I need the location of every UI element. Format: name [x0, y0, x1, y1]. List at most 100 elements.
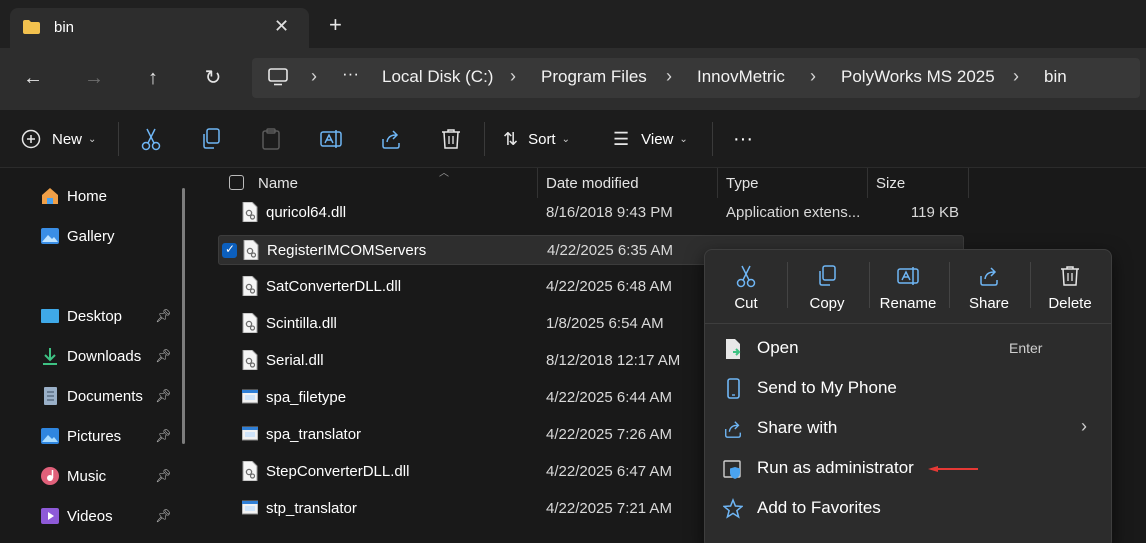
application-icon — [242, 500, 258, 515]
batch-file-icon — [243, 240, 259, 260]
column-header-date[interactable]: Date modified — [538, 168, 718, 198]
sidebar-item-desktop[interactable]: Desktop — [40, 304, 122, 328]
view-button[interactable]: ☰ View ⌄ — [613, 127, 688, 151]
file-name: quricol64.dll — [266, 204, 347, 221]
navigation-bar: ← → ↑ ↻ › ··· Local Disk (C:) › Program … — [0, 48, 1146, 110]
tab-title: bin — [54, 19, 75, 36]
sidebar-item-music[interactable]: Music — [40, 464, 106, 488]
context-rename-button[interactable]: Rename — [868, 260, 948, 318]
sort-icon: ⇅ — [503, 128, 519, 149]
file-name: spa_translator — [266, 426, 362, 443]
sidebar-item-home[interactable]: Home — [40, 184, 107, 208]
file-name: StepConverterDLL.dll — [266, 463, 410, 480]
context-delete-button[interactable]: Delete — [1030, 260, 1110, 318]
menu-item-add-to-favorites[interactable]: Add to Favorites — [721, 492, 1101, 526]
tab-bin[interactable]: bin ✕ — [10, 8, 309, 48]
file-name: stp_translator — [266, 500, 357, 517]
folder-icon — [23, 20, 40, 34]
annotation-arrow — [928, 466, 978, 472]
close-tab-icon[interactable]: ✕ — [274, 16, 289, 37]
cut-icon — [736, 265, 756, 288]
copy-icon[interactable] — [200, 127, 222, 151]
new-tab-button[interactable]: + — [329, 14, 342, 36]
select-all-checkbox[interactable] — [229, 175, 244, 190]
menu-item-run-as-administrator[interactable]: Run as administrator — [721, 452, 1101, 486]
file-date: 4/22/2025 6:48 AM — [546, 278, 672, 295]
pin-icon[interactable]: 📌︎ — [155, 428, 172, 444]
music-icon — [41, 467, 59, 485]
gallery-icon — [41, 228, 59, 244]
new-button[interactable]: New ⌄ — [21, 127, 96, 151]
cut-icon[interactable] — [140, 127, 162, 151]
back-arrow-icon[interactable]: ← — [21, 66, 45, 90]
context-copy-button[interactable]: Copy — [787, 260, 867, 318]
sidebar-item-label: Documents — [67, 387, 143, 405]
desktop-icon — [41, 309, 59, 323]
pin-icon[interactable]: 📌︎ — [155, 308, 172, 324]
sidebar-item-label: Home — [67, 187, 108, 205]
chevron-right-icon: › — [510, 66, 516, 86]
breadcrumb-bin[interactable]: bin — [1044, 67, 1067, 87]
file-row[interactable]: quricol64.dll 8/16/2018 9:43 PM Applicatio… — [218, 198, 964, 228]
pin-icon[interactable]: 📌︎ — [155, 348, 172, 364]
share-icon[interactable] — [380, 127, 402, 151]
divider — [118, 122, 119, 156]
up-arrow-icon[interactable]: ↑ — [141, 66, 165, 90]
paste-icon[interactable] — [260, 127, 282, 151]
pin-icon[interactable]: 📌︎ — [155, 388, 172, 404]
view-label: View — [641, 130, 674, 148]
divider — [484, 122, 485, 156]
menu-item-share-with[interactable]: Share with › — [721, 412, 1101, 446]
menu-item-open[interactable]: Open Enter — [721, 332, 1101, 366]
column-header-type[interactable]: Type — [718, 168, 868, 198]
file-name: Serial.dll — [266, 352, 324, 369]
dll-file-icon — [242, 313, 258, 333]
refresh-icon[interactable]: ↻ — [201, 66, 225, 90]
file-name: spa_filetype — [266, 389, 347, 406]
breadcrumb-program-files[interactable]: Program Files — [541, 67, 647, 87]
row-checkbox[interactable] — [222, 242, 237, 258]
application-icon — [242, 426, 258, 441]
new-label: New — [52, 130, 83, 148]
pin-icon[interactable]: 📌︎ — [155, 508, 172, 524]
context-share-button[interactable]: Share — [949, 260, 1029, 318]
delete-icon — [1061, 266, 1079, 286]
file-date: 4/22/2025 6:44 AM — [546, 389, 672, 406]
rename-icon[interactable] — [320, 127, 342, 151]
sort-ascending-icon: ︿ — [439, 168, 449, 179]
chevron-right-icon: › — [1081, 416, 1087, 436]
phone-icon — [727, 378, 740, 399]
column-header-size[interactable]: Size — [868, 168, 969, 198]
breadcrumb-innovmetric[interactable]: InnovMetric — [697, 67, 785, 87]
sidebar-item-documents[interactable]: Documents — [40, 384, 143, 408]
documents-icon — [44, 387, 57, 405]
view-icon: ☰ — [613, 128, 630, 149]
tab-bar: bin ✕ + — [0, 0, 1146, 48]
file-size: 119 KB — [910, 204, 959, 221]
sidebar-scrollbar[interactable] — [182, 188, 185, 444]
pin-icon[interactable]: 📌︎ — [155, 468, 172, 484]
file-date: 4/22/2025 7:26 AM — [546, 426, 672, 443]
sidebar-item-pictures[interactable]: Pictures — [40, 424, 121, 448]
chevron-down-icon: ⌄ — [679, 133, 688, 145]
more-options-button[interactable]: ··· — [733, 127, 753, 151]
sidebar-item-gallery[interactable]: Gallery — [40, 224, 115, 248]
menu-item-send-to-phone[interactable]: Send to My Phone — [721, 372, 1101, 406]
sidebar-item-downloads[interactable]: Downloads — [40, 344, 141, 368]
dll-file-icon — [242, 461, 258, 481]
sort-button[interactable]: ⇅ Sort ⌄ — [503, 127, 570, 151]
context-menu: Cut Copy Rename Share Delete Open Enter … — [704, 249, 1112, 543]
file-name: RegisterIMCOMServers — [267, 242, 427, 259]
delete-icon[interactable] — [440, 127, 462, 151]
forward-arrow-icon[interactable]: → — [82, 66, 106, 90]
context-cut-button[interactable]: Cut — [706, 260, 786, 318]
column-header-name[interactable]: ︿ Name — [258, 168, 538, 198]
address-bar[interactable]: › ··· Local Disk (C:) › Program Files › … — [252, 58, 1140, 98]
chevron-right-icon: › — [666, 66, 672, 86]
breadcrumb-local-disk[interactable]: Local Disk (C:) — [382, 67, 493, 87]
context-quick-actions: Cut Copy Rename Share Delete — [705, 250, 1111, 324]
breadcrumb-more[interactable]: ··· — [342, 64, 359, 84]
breadcrumb-polyworks[interactable]: PolyWorks MS 2025 — [841, 67, 995, 87]
share-icon — [980, 267, 998, 286]
sidebar-item-videos[interactable]: Videos — [40, 504, 113, 528]
